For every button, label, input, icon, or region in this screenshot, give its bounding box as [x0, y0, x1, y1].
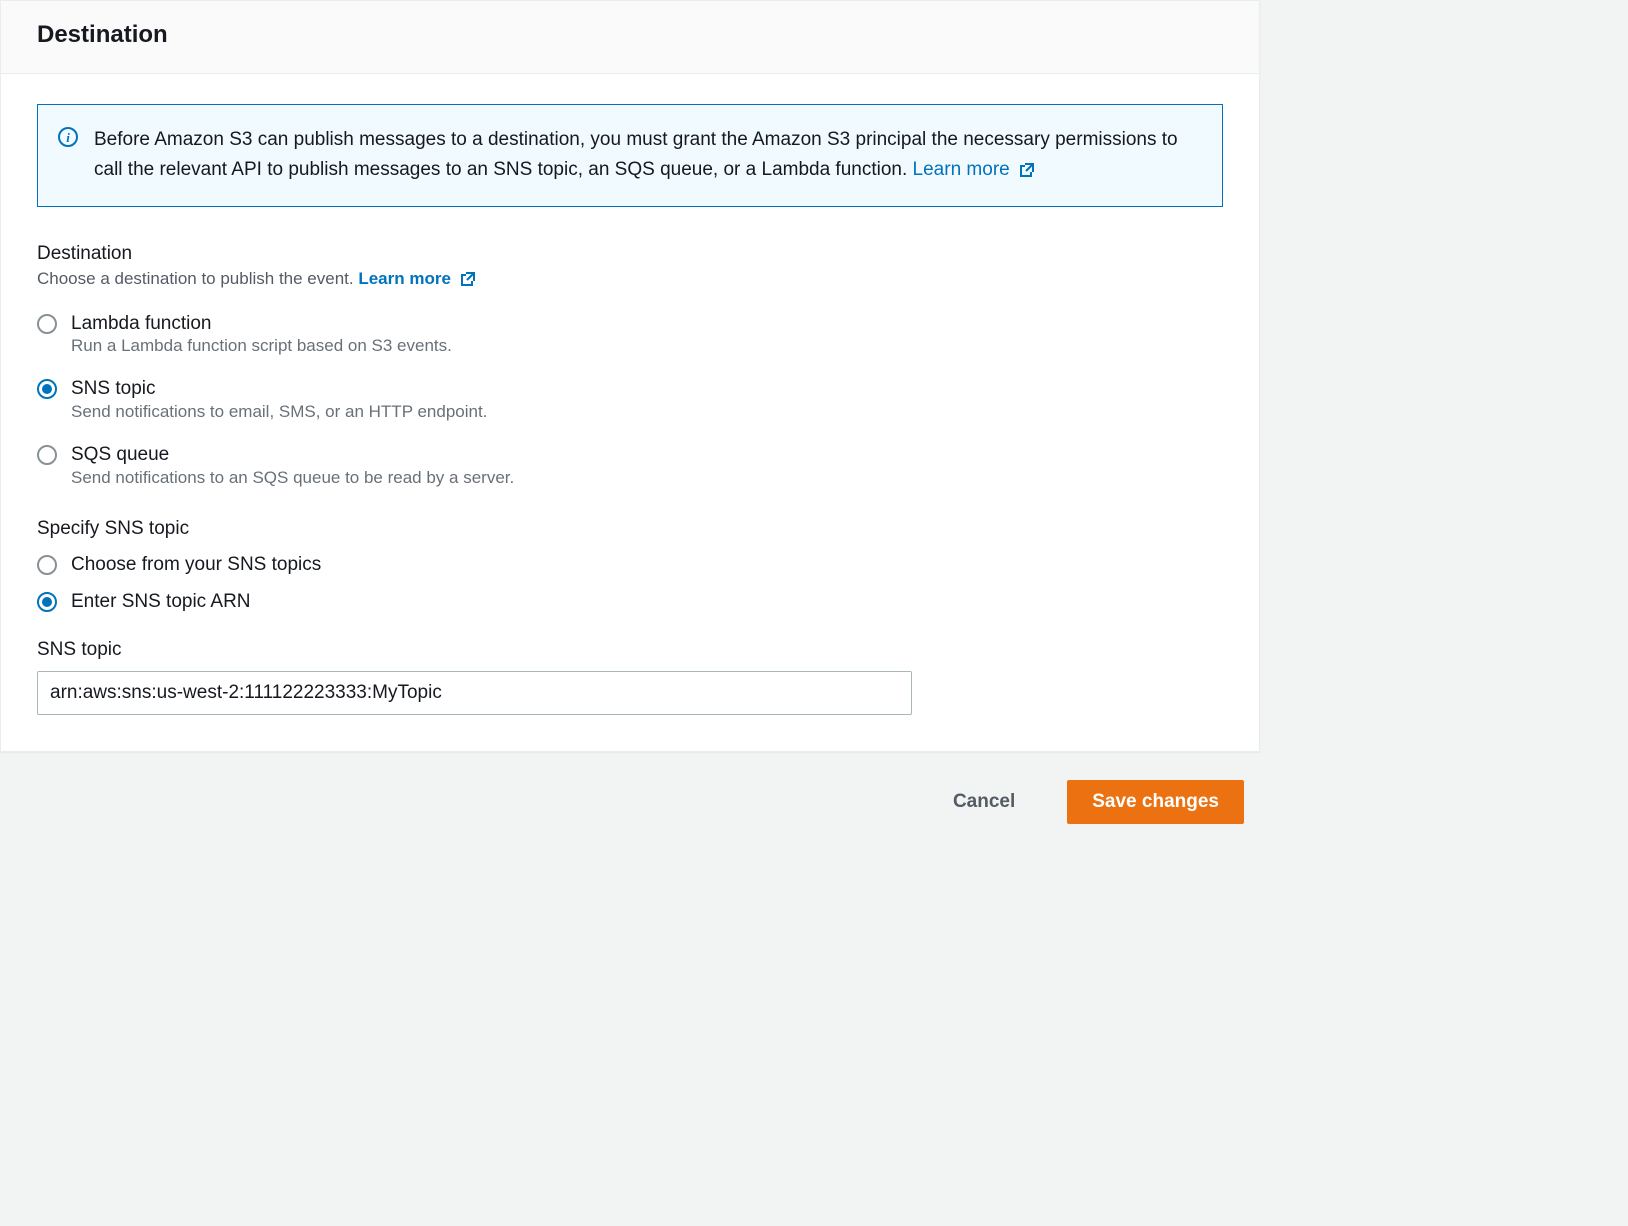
destination-hint: Choose a destination to publish the even… [37, 269, 358, 288]
radio-icon [37, 555, 57, 575]
panel-header: Destination [1, 1, 1259, 74]
radio-desc: Send notifications to email, SMS, or an … [71, 402, 487, 421]
info-icon-wrap: i [58, 125, 78, 186]
radio-desc: Run a Lambda function script based on S3… [71, 336, 452, 355]
cancel-button[interactable]: Cancel [929, 781, 1039, 823]
panel-body: i Before Amazon S3 can publish messages … [1, 74, 1259, 751]
save-changes-button[interactable]: Save changes [1067, 780, 1244, 824]
sns-topic-arn-input[interactable] [37, 671, 912, 715]
destination-section: Destination Choose a destination to publ… [37, 243, 1223, 498]
radio-desc: Send notifications to an SQS queue to be… [71, 468, 514, 487]
destination-learn-more-link[interactable]: Learn more [358, 269, 473, 288]
radio-label: Enter SNS topic ARN [71, 589, 251, 615]
radio-label: Choose from your SNS topics [71, 552, 321, 578]
info-text: Before Amazon S3 can publish messages to… [94, 125, 1202, 186]
destination-learn-more-label: Learn more [358, 269, 451, 288]
specify-sns-radio-group: Choose from your SNS topics Enter SNS to… [37, 546, 1223, 621]
radio-icon [37, 314, 57, 334]
footer-actions: Cancel Save changes [0, 752, 1260, 832]
panel-title: Destination [37, 21, 1223, 49]
radio-label: SNS topic [71, 378, 155, 399]
radio-label: SQS queue [71, 444, 169, 465]
destination-radio-group: Lambda function Run a Lambda function sc… [37, 301, 1223, 498]
external-link-icon [1019, 162, 1033, 176]
destination-heading: Destination [37, 243, 1223, 265]
info-learn-more-link[interactable]: Learn more [913, 159, 1033, 180]
radio-sns-topic[interactable]: SNS topic Send notifications to email, S… [37, 366, 1223, 432]
radio-icon [37, 445, 57, 465]
radio-enter-sns-arn[interactable]: Enter SNS topic ARN [37, 583, 1223, 621]
specify-sns-section: Specify SNS topic Choose from your SNS t… [37, 518, 1223, 621]
radio-choose-sns-topic[interactable]: Choose from your SNS topics [37, 546, 1223, 584]
destination-panel: Destination i Before Amazon S3 can publi… [0, 0, 1260, 752]
radio-icon [37, 379, 57, 399]
destination-hint-row: Choose a destination to publish the even… [37, 269, 1223, 289]
radio-label: Lambda function [71, 313, 212, 334]
radio-lambda-function[interactable]: Lambda function Run a Lambda function sc… [37, 301, 1223, 367]
radio-icon [37, 592, 57, 612]
info-learn-more-label: Learn more [913, 159, 1010, 180]
page-root: Destination i Before Amazon S3 can publi… [0, 0, 1260, 832]
permissions-info-box: i Before Amazon S3 can publish messages … [37, 104, 1223, 207]
radio-sqs-queue[interactable]: SQS queue Send notifications to an SQS q… [37, 432, 1223, 498]
sns-topic-field: SNS topic [37, 639, 1223, 715]
sns-topic-label: SNS topic [37, 639, 1223, 661]
external-link-icon [460, 271, 474, 285]
info-icon: i [58, 127, 78, 147]
specify-sns-heading: Specify SNS topic [37, 518, 1223, 540]
